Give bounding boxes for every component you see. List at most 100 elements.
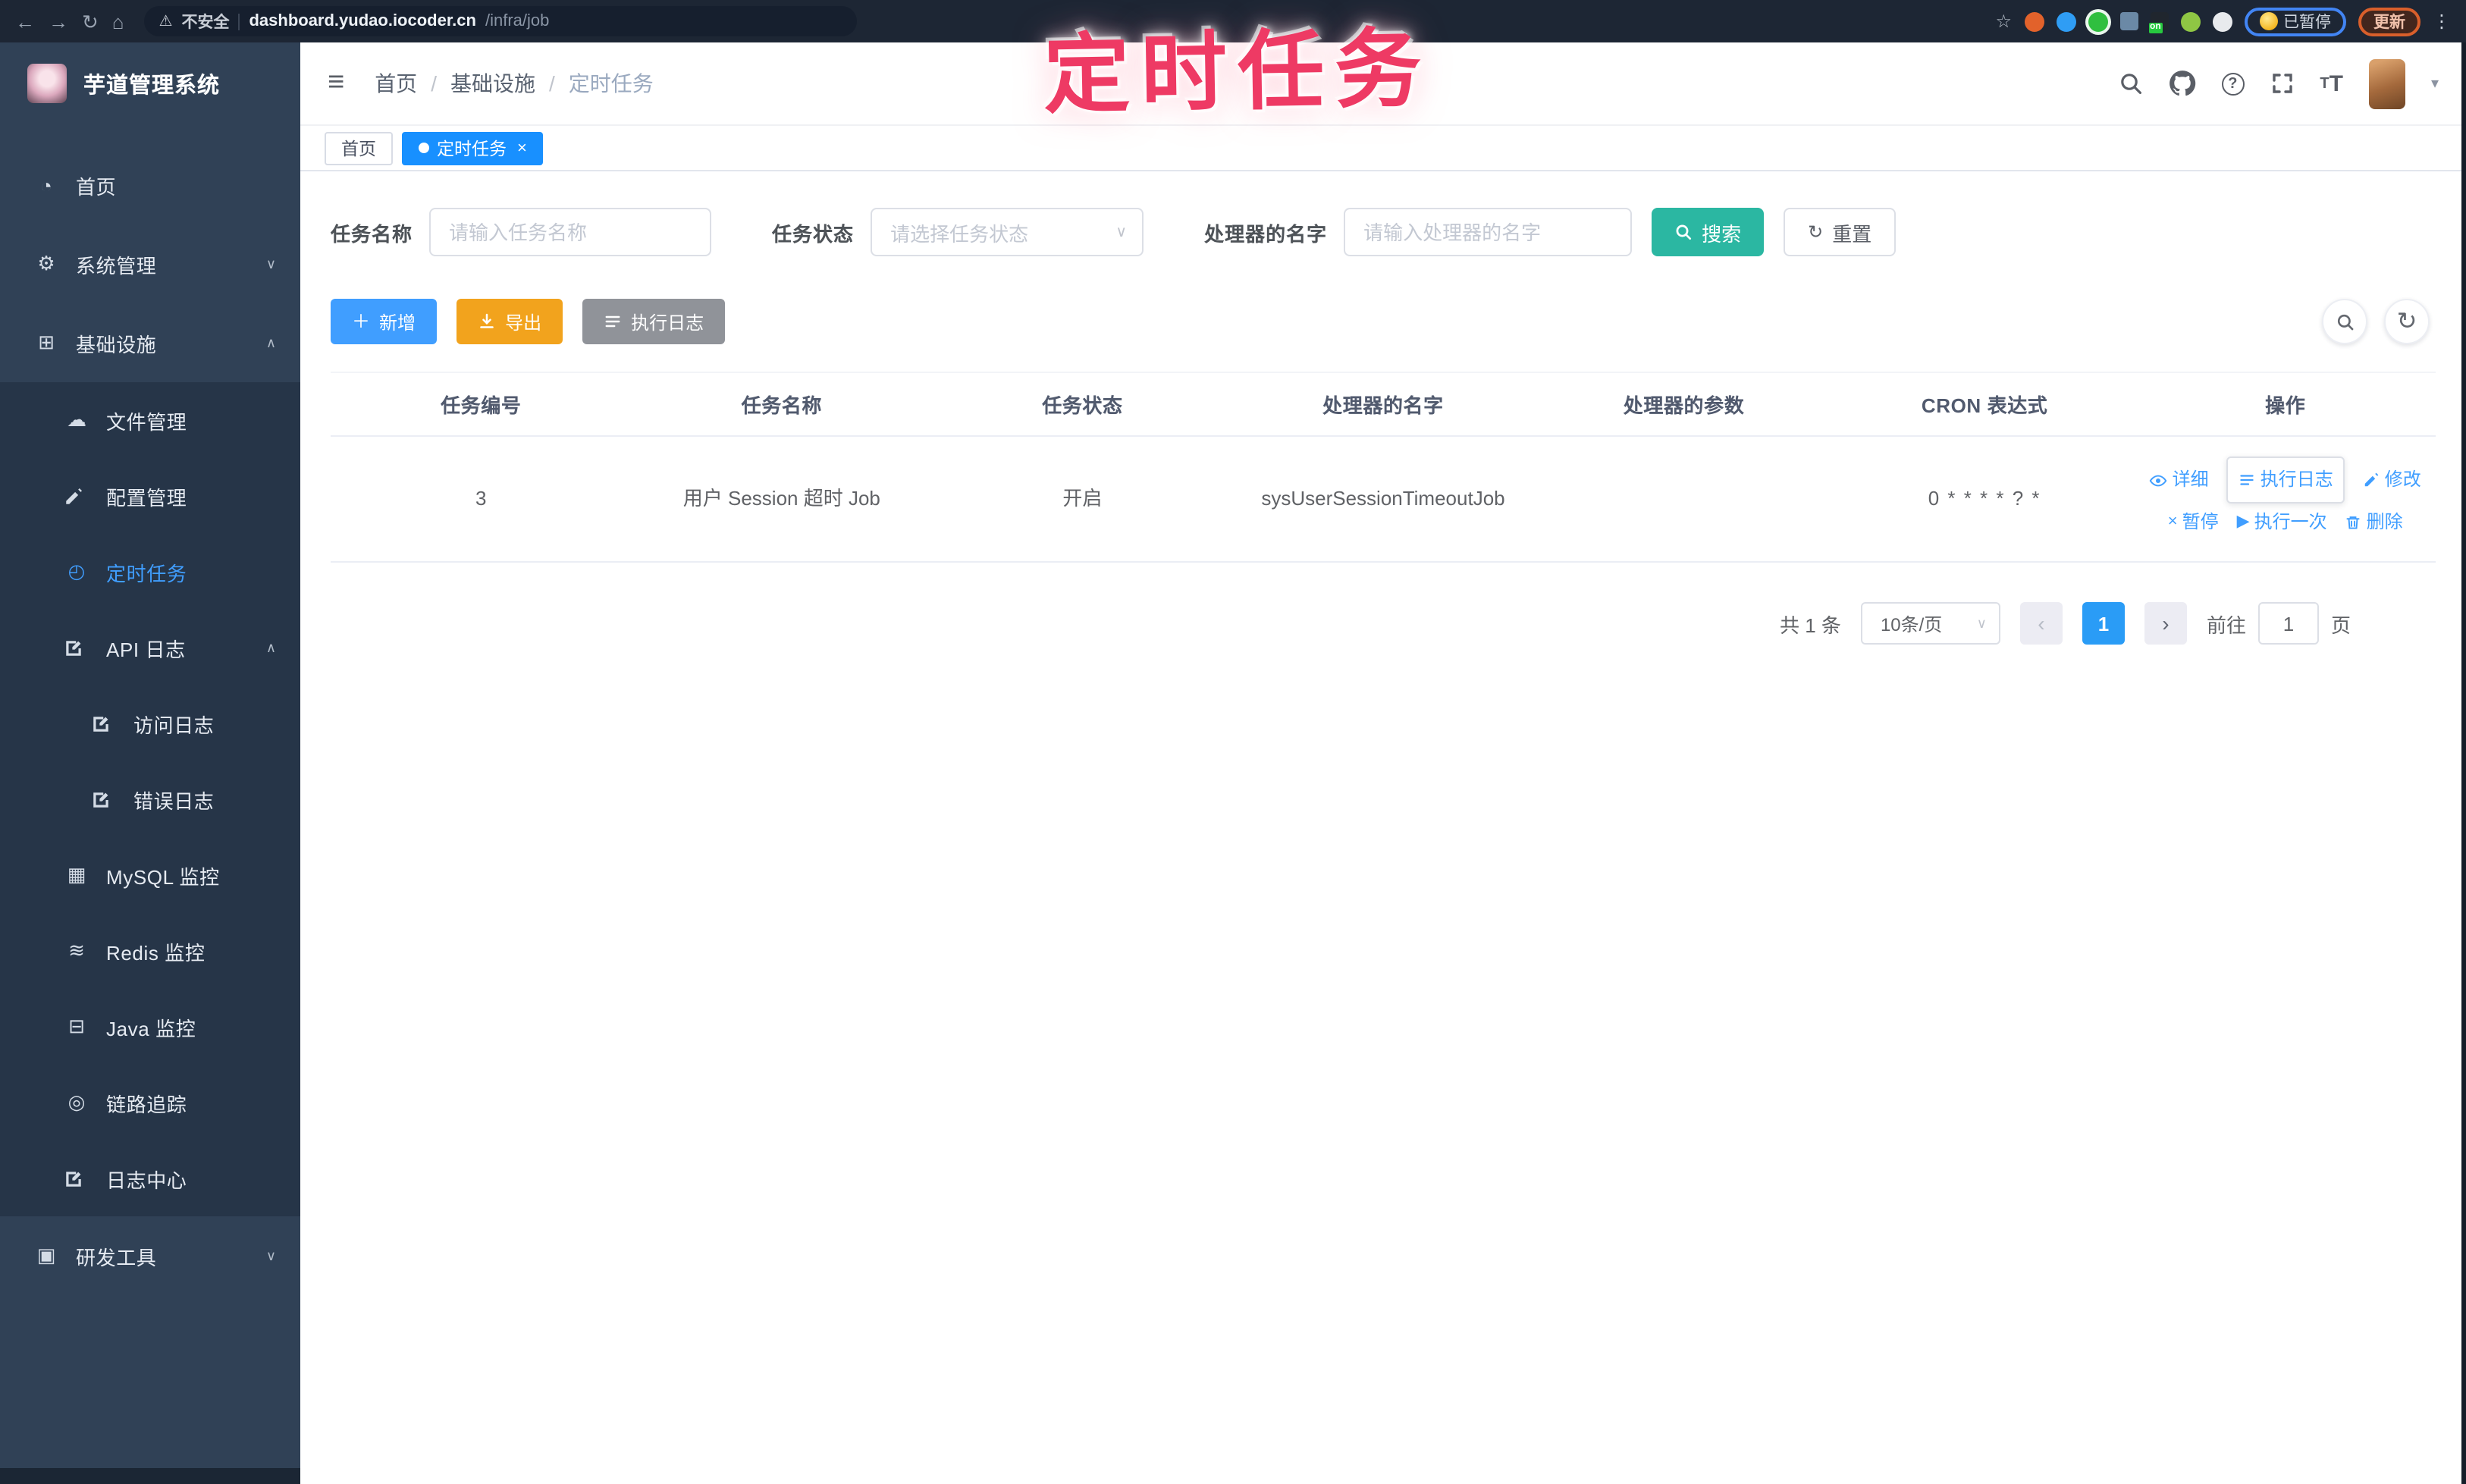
app-logo[interactable]: 芋道管理系统	[0, 42, 300, 124]
tag-view-bar: 首页 定时任务 ×	[300, 126, 2466, 171]
job-log-link[interactable]: 执行日志	[2226, 456, 2345, 504]
goto-page-input[interactable]	[2257, 602, 2319, 645]
sidebar-item-job[interactable]: ◴ 定时任务	[0, 534, 300, 610]
tab-job-active[interactable]: 定时任务 ×	[402, 131, 544, 165]
job-name-input[interactable]	[429, 208, 712, 256]
run-once-link[interactable]: ▶ 执行一次	[2237, 504, 2327, 541]
delete-link[interactable]: 删除	[2345, 504, 2403, 541]
plus-icon: ＋	[352, 311, 371, 332]
job-log-button[interactable]: 执行日志	[582, 299, 726, 344]
add-button[interactable]: ＋ 新增	[331, 299, 438, 344]
goto-label: 前往	[2206, 613, 2246, 637]
fullscreen-icon[interactable]	[2270, 71, 2294, 96]
current-page-button[interactable]: 1	[2082, 602, 2125, 645]
sidebar-item-redis[interactable]: ≋ Redis 监控	[0, 913, 300, 989]
trash-icon	[2345, 515, 2362, 532]
pause-link[interactable]: × 暂停	[2168, 504, 2219, 541]
screen: ← → ↻ ⌂ ⚠ 不安全 dashboard.yudao.iocoder.cn…	[0, 0, 2466, 1484]
hamburger-icon[interactable]: ≡	[328, 67, 344, 100]
document-edit-icon	[91, 789, 117, 809]
pause-icon: ×	[2167, 513, 2178, 532]
close-icon[interactable]: ×	[517, 139, 527, 157]
sidebar-item-file-manage[interactable]: ☁ 文件管理	[0, 382, 300, 458]
play-icon: ▶	[2236, 513, 2250, 532]
extension-icon-orange[interactable]	[2024, 11, 2044, 31]
extension-icon-leaf[interactable]	[2180, 11, 2200, 31]
extension-icon-switch[interactable]: on	[2148, 12, 2168, 33]
handler-name-input[interactable]	[1344, 208, 1633, 256]
breadcrumb-section[interactable]: 基础设施	[450, 68, 535, 99]
back-icon[interactable]: ←	[15, 11, 35, 31]
sidebar-item-dev-tools[interactable]: ▣ 研发工具 ∨	[0, 1216, 300, 1295]
column-header: CRON 表达式	[1921, 394, 2048, 417]
extension-on-badge: on	[2148, 23, 2163, 33]
hide-search-button[interactable]	[2322, 299, 2367, 344]
sidebar-item-mysql[interactable]: ▦ MySQL 监控	[0, 837, 300, 913]
github-icon[interactable]	[2168, 70, 2195, 97]
reset-button[interactable]: ↻ 重置	[1784, 208, 1897, 256]
extension-icon-blue[interactable]	[2056, 11, 2075, 31]
browser-profile-chip[interactable]: 已暂停	[2244, 7, 2346, 36]
font-size-icon[interactable]: TT	[2320, 71, 2343, 96]
home-icon[interactable]: ⌂	[112, 11, 124, 31]
job-status-label: 任务状态	[772, 222, 855, 245]
next-page-button[interactable]: ›	[2144, 602, 2187, 645]
browser-update-button[interactable]: 更新	[2358, 7, 2421, 36]
browser-menu-icon[interactable]: ⋮	[2433, 11, 2451, 32]
list-icon	[2239, 472, 2256, 488]
sidebar-item-config-manage[interactable]: 配置管理	[0, 458, 300, 534]
warning-icon: ⚠	[158, 13, 173, 30]
breadcrumb: 首页 / 基础设施 / 定时任务	[375, 68, 654, 99]
reload-icon[interactable]: ↻	[82, 11, 99, 31]
prev-page-button[interactable]: ‹	[2019, 602, 2063, 645]
cell-operations: 详细 执行日志 修改 × 暂停 ▶ 执行一次 删除	[2135, 437, 2436, 562]
extension-icon-puzzle[interactable]	[2212, 11, 2232, 31]
export-button[interactable]: 导出	[456, 299, 563, 344]
user-avatar[interactable]	[2368, 58, 2405, 108]
chevron-down-icon: ∨	[1115, 224, 1128, 240]
column-header: 操作	[2265, 394, 2306, 417]
edit-link[interactable]: 修改	[2364, 461, 2421, 499]
breadcrumb-home[interactable]: 首页	[375, 68, 417, 99]
pencil-icon	[2364, 472, 2380, 488]
chevron-up-icon: ∧	[265, 334, 276, 350]
page-content: 任务名称 任务状态 请选择任务状态 ∨ 处理器的名字	[300, 171, 2466, 1484]
refresh-button[interactable]: ↻	[2384, 299, 2430, 344]
sidebar-item-api-log[interactable]: API 日志 ∧	[0, 610, 300, 686]
job-table: 任务编号 任务名称 任务状态 处理器的名字 处理器的参数 CRON 表达式 操作…	[331, 372, 2436, 563]
total-count: 共 1 条	[1780, 613, 1841, 637]
security-label[interactable]: 不安全	[181, 10, 229, 33]
sidebar-item-access-log[interactable]: 访问日志	[0, 686, 300, 761]
pagination: 共 1 条 10条/页 ∨ ‹ 1 › 前往 页	[331, 602, 2436, 645]
search-button[interactable]: 搜索	[1652, 208, 1765, 256]
divider	[238, 13, 240, 30]
sidebar-item-java[interactable]: ⊟ Java 监控	[0, 989, 300, 1065]
sidebar-item-system[interactable]: ⚙ 系统管理 ∨	[0, 224, 300, 303]
detail-link[interactable]: 详细	[2150, 461, 2209, 499]
caret-down-icon[interactable]: ▾	[2431, 75, 2439, 92]
help-icon[interactable]: ?	[2221, 72, 2245, 95]
navbar-actions: ? TT ▾	[2118, 58, 2439, 108]
extension-icon-green[interactable]	[2088, 11, 2107, 31]
address-bar[interactable]: ⚠ 不安全 dashboard.yudao.iocoder.cn /infra/…	[143, 6, 857, 36]
toolbar: ＋ 新增 导出 执行日志 ↻	[331, 299, 2436, 344]
sidebar-item-home[interactable]: ◔ 首页	[0, 146, 300, 224]
app-title: 芋道管理系统	[83, 74, 220, 98]
logo-avatar	[27, 64, 67, 103]
eye-icon: ◎	[67, 1090, 86, 1113]
sidebar-item-infra[interactable]: ⊞ 基础设施 ∧	[0, 303, 300, 382]
magnifier-icon	[1674, 223, 1693, 241]
job-status-select[interactable]: 请选择任务状态 ∨	[871, 208, 1144, 256]
search-icon[interactable]	[2118, 71, 2142, 96]
forward-icon[interactable]: →	[49, 11, 68, 31]
bookmark-star-icon[interactable]: ☆	[1995, 11, 2012, 32]
sidebar-item-error-log[interactable]: 错误日志	[0, 761, 300, 837]
column-header: 处理器的名字	[1322, 394, 1444, 417]
layers-icon: ≋	[68, 939, 85, 962]
page-size-select[interactable]: 10条/页 ∨	[1860, 602, 2000, 645]
eye-icon	[2150, 471, 2168, 489]
sidebar-item-log-center[interactable]: 日志中心	[0, 1140, 300, 1216]
tab-home[interactable]: 首页	[325, 131, 393, 165]
sidebar-item-trace[interactable]: ◎ 链路追踪	[0, 1065, 300, 1140]
extension-icon-grid[interactable]	[2119, 12, 2138, 30]
